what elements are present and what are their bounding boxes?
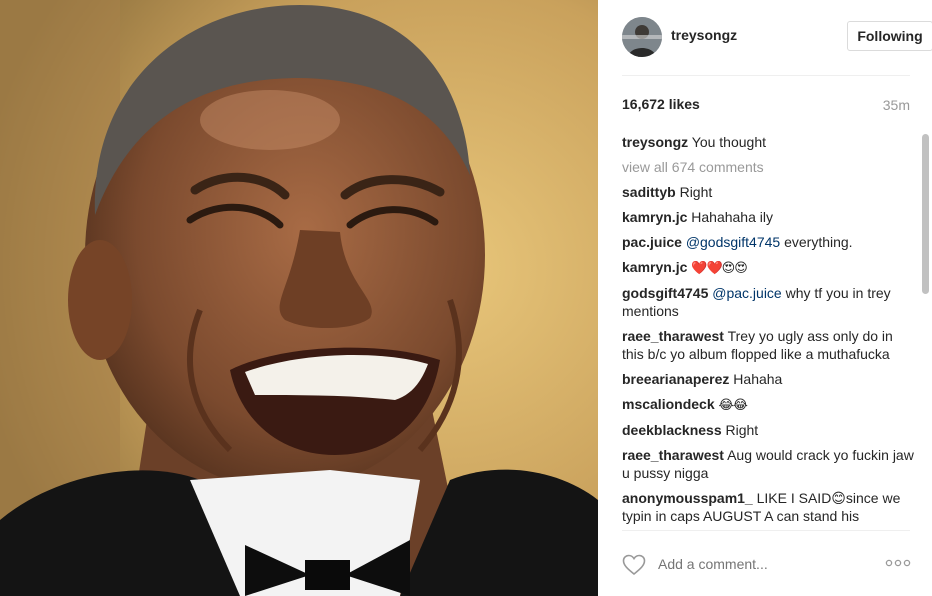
mention-link[interactable]: @pac.juice xyxy=(712,285,781,301)
comment-username[interactable]: sadittyb xyxy=(622,184,676,200)
comment-text: Right xyxy=(679,184,713,200)
comment-username[interactable]: breearianaperez xyxy=(622,371,729,387)
comment-text: You thought xyxy=(691,134,766,150)
list-item: raee_tharawest Trey yo ugly ass only do … xyxy=(622,327,914,363)
mention-link[interactable]: @godsgift4745 xyxy=(686,234,780,250)
list-item: raee_tharawest Aug would crack yo fuckin… xyxy=(622,446,914,482)
post-sidebar: treysongz Following 16,672 likes 35m tre… xyxy=(598,0,932,596)
comment-text: ❤️❤️😍😍 xyxy=(691,260,747,275)
list-item: deekblackness Right xyxy=(622,421,914,439)
divider xyxy=(622,530,910,531)
divider xyxy=(622,75,910,76)
list-item: pac.juice @godsgift4745 everything. xyxy=(622,233,914,251)
view-all-comments-link[interactable]: view all 674 comments xyxy=(622,158,914,176)
comment-username[interactable]: raee_tharawest xyxy=(622,447,724,463)
list-item: mscaliondeck 😂😂 xyxy=(622,395,914,414)
add-comment-input[interactable] xyxy=(658,556,858,572)
list-item: anonymousspam1_ LIKE I SAID😊since we typ… xyxy=(622,489,914,525)
comment-text: 😂😂 xyxy=(718,397,748,412)
ellipsis-icon[interactable] xyxy=(885,558,911,568)
username-link[interactable]: treysongz xyxy=(671,27,737,43)
comment-username[interactable]: anonymousspam1_ xyxy=(622,490,753,506)
following-button[interactable]: Following xyxy=(847,21,932,51)
list-item: kamryn.jc ❤️❤️😍😍 xyxy=(622,258,914,277)
scrollbar-thumb[interactable] xyxy=(922,134,929,294)
list-item: godsgift4745 @pac.juice why tf you in tr… xyxy=(622,284,914,320)
comment-username[interactable]: godsgift4745 xyxy=(622,285,708,301)
caption: treysongz You thought xyxy=(622,133,914,151)
post-timestamp[interactable]: 35m xyxy=(883,97,910,113)
comment-list[interactable]: treysongz You thought view all 674 comme… xyxy=(622,133,914,529)
list-item: kamryn.jc Hahahaha ily xyxy=(622,208,914,226)
comment-username[interactable]: treysongz xyxy=(622,134,688,150)
comment-username[interactable]: kamryn.jc xyxy=(622,209,687,225)
list-item: sadittyb Right xyxy=(622,183,914,201)
comment-text: Hahaha xyxy=(733,371,783,387)
comment-text: Right xyxy=(725,422,759,438)
comment-text: everything. xyxy=(784,234,853,250)
instagram-post: treysongz Following 16,672 likes 35m tre… xyxy=(0,0,932,596)
comment-username[interactable]: mscaliondeck xyxy=(622,396,715,412)
post-photo[interactable] xyxy=(0,0,598,596)
avatar[interactable] xyxy=(622,17,662,57)
avatar-image xyxy=(622,17,662,57)
comment-username[interactable]: pac.juice xyxy=(622,234,682,250)
post-header: treysongz Following xyxy=(622,17,932,57)
comment-username[interactable]: kamryn.jc xyxy=(622,259,687,275)
comment-username[interactable]: raee_tharawest xyxy=(622,328,724,344)
comment-text: Hahahaha ily xyxy=(691,209,773,225)
list-item: breearianaperez Hahaha xyxy=(622,370,914,388)
like-count[interactable]: 16,672 likes xyxy=(622,96,700,112)
comment-username[interactable]: deekblackness xyxy=(622,422,722,438)
photo-illustration xyxy=(0,0,598,596)
comments-scrollbar[interactable] xyxy=(920,128,930,528)
heart-outline-icon[interactable] xyxy=(622,554,646,576)
